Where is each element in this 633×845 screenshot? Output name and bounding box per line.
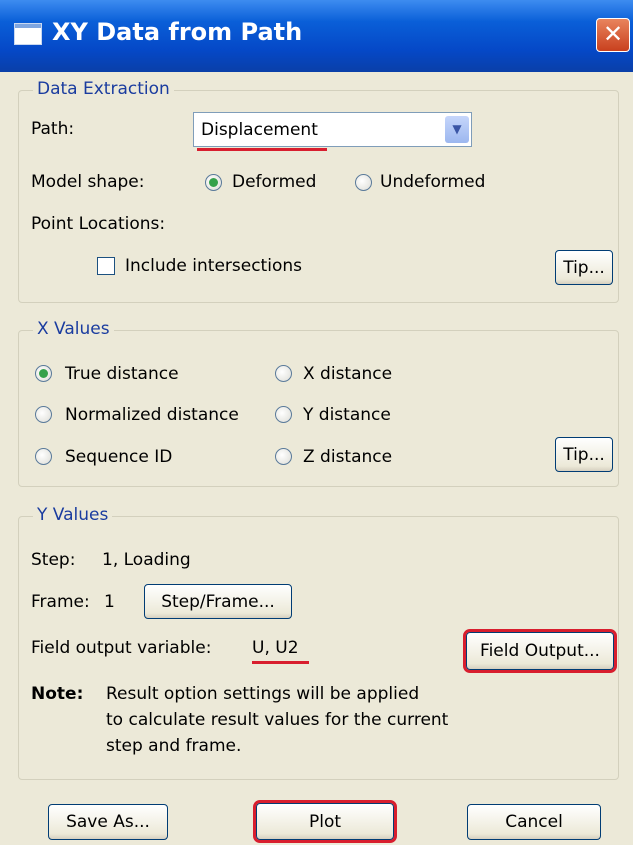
data-extraction-legend: Data Extraction [33, 79, 174, 99]
field-output-variable-label: Field output variable: [31, 638, 212, 658]
point-locations-label: Point Locations: [31, 214, 166, 234]
note-line-3: step and frame. [106, 736, 242, 756]
z-distance-label[interactable]: Z distance [303, 447, 392, 467]
note-label: Note: [31, 684, 84, 704]
deformed-label[interactable]: Deformed [232, 172, 316, 192]
x-values-tip-button[interactable]: Tip... [555, 437, 613, 472]
step-value: 1, Loading [102, 550, 191, 570]
frame-value: 1 [104, 592, 115, 612]
include-intersections-label[interactable]: Include intersections [125, 256, 302, 276]
note-line-1: Result option settings will be applied [106, 684, 420, 704]
y-distance-label[interactable]: Y distance [303, 405, 391, 425]
y-distance-radio[interactable] [275, 406, 292, 423]
normalized-distance-label[interactable]: Normalized distance [65, 405, 239, 425]
title-bar[interactable]: XY Data from Path ✕ [0, 0, 633, 72]
x-values-legend: X Values [33, 319, 114, 339]
path-highlight-underline [197, 148, 327, 151]
plot-button[interactable]: Plot [253, 800, 397, 843]
include-intersections-checkbox[interactable] [97, 257, 115, 275]
model-shape-label: Model shape: [31, 172, 145, 192]
close-icon[interactable]: ✕ [596, 18, 630, 52]
dialog-title: XY Data from Path [52, 18, 303, 46]
field-output-variable-value: U, U2 [252, 638, 299, 658]
normalized-distance-radio[interactable] [35, 406, 52, 423]
undeformed-radio[interactable] [355, 174, 372, 191]
sequence-id-radio[interactable] [35, 448, 52, 465]
step-frame-button[interactable]: Step/Frame... [144, 584, 292, 619]
z-distance-radio[interactable] [275, 448, 292, 465]
deformed-radio[interactable] [205, 174, 222, 191]
true-distance-label[interactable]: True distance [65, 364, 179, 384]
y-values-legend: Y Values [33, 505, 113, 525]
field-output-variable-underline [252, 661, 309, 664]
true-distance-radio[interactable] [35, 365, 52, 382]
frame-label: Frame: [31, 592, 90, 612]
x-distance-radio[interactable] [275, 365, 292, 382]
save-as-button[interactable]: Save As... [48, 804, 168, 840]
path-label: Path: [31, 119, 75, 139]
undeformed-label[interactable]: Undeformed [380, 172, 485, 192]
note-line-2: to calculate result values for the curre… [106, 710, 449, 730]
data-extraction-tip-button[interactable]: Tip... [555, 250, 613, 285]
path-select[interactable]: Displacement ▼ [193, 112, 472, 147]
step-label: Step: [31, 550, 76, 570]
cancel-button[interactable]: Cancel [467, 804, 601, 840]
path-select-value: Displacement [201, 120, 318, 140]
x-distance-label[interactable]: X distance [303, 364, 392, 384]
field-output-button[interactable]: Field Output... [463, 629, 617, 673]
sequence-id-label[interactable]: Sequence ID [65, 447, 172, 467]
xy-data-from-path-dialog: XY Data from Path ✕ Data Extraction Path… [0, 0, 633, 845]
chevron-down-icon[interactable]: ▼ [445, 116, 469, 143]
window-icon [14, 23, 42, 45]
